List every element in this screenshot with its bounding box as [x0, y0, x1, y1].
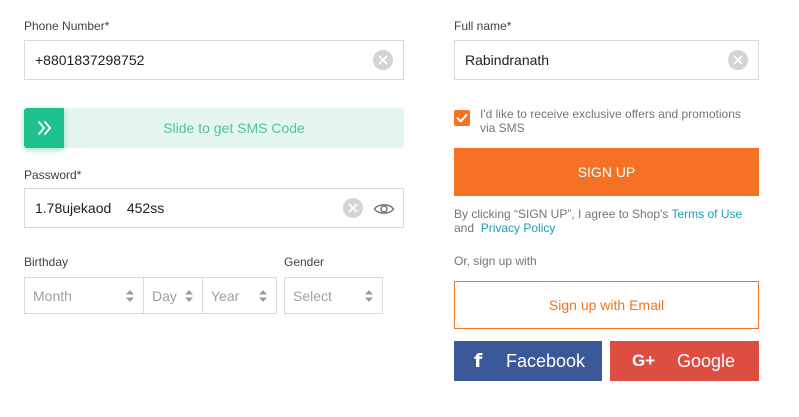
sms-code-slider[interactable]: Slide to get SMS Code [24, 108, 404, 148]
google-plus-icon: G+ [632, 351, 656, 370]
sign-up-label: SIGN UP [577, 164, 636, 180]
slider-label: Slide to get SMS Code [163, 120, 305, 136]
sort-arrows-icon [126, 289, 134, 302]
birthday-month-select[interactable]: Month [24, 277, 144, 314]
checkmark-icon [456, 113, 468, 123]
terms-prefix: By clicking “SIGN UP”, I agree to Shop's [454, 207, 669, 221]
sign-up-email-button[interactable]: Sign up with Email [454, 281, 759, 329]
gender-placeholder: Select [293, 287, 332, 304]
slider-handle[interactable] [24, 108, 64, 148]
or-sign-up-text: Or, sign up with [454, 254, 537, 268]
year-placeholder: Year [211, 287, 240, 304]
fullname-label: Full name* [454, 19, 512, 33]
month-placeholder: Month [33, 287, 72, 304]
terms-of-use-link[interactable]: Terms of Use [672, 207, 743, 221]
birthday-label: Birthday [24, 255, 69, 269]
gender-label: Gender [284, 255, 325, 269]
google-label: Google [677, 350, 736, 371]
phone-input[interactable]: +8801837298752 [24, 40, 404, 80]
sms-consent-checkbox[interactable] [454, 110, 470, 126]
google-button[interactable]: G+ Google [610, 341, 759, 381]
phone-value: +8801837298752 [35, 52, 145, 68]
fullname-input[interactable]: Rabindranath [454, 40, 759, 80]
gender-select[interactable]: Select [284, 277, 383, 314]
facebook-button[interactable]: f Facebook [454, 341, 602, 381]
terms-text: By clicking “SIGN UP”, I agree to Shop's… [454, 207, 742, 235]
password-input[interactable]: 1.78ujekaod 452ss [24, 188, 404, 228]
terms-and: and [454, 221, 475, 235]
password-label: Password* [24, 168, 82, 182]
sort-arrows-icon [185, 289, 193, 302]
facebook-icon: f [474, 350, 483, 372]
privacy-policy-link[interactable]: Privacy Policy [481, 221, 556, 235]
consent-line-1: I'd like to receive exclusive offers and… [480, 107, 741, 121]
sort-arrows-icon [259, 289, 267, 302]
password-value: 1.78ujekaod 452ss [35, 200, 165, 216]
day-placeholder: Day [152, 287, 177, 304]
eye-icon[interactable] [373, 200, 395, 218]
consent-line-2: via SMS [480, 121, 525, 135]
birthday-year-select[interactable]: Year [202, 277, 277, 314]
clear-icon[interactable] [343, 198, 363, 218]
double-chevron-right-icon [38, 121, 51, 135]
sort-arrows-icon [365, 289, 373, 302]
sms-consent-text: I'd like to receive exclusive offers and… [480, 107, 741, 135]
fullname-value: Rabindranath [465, 52, 550, 68]
birthday-day-select[interactable]: Day [143, 277, 203, 314]
sign-up-email-label: Sign up with Email [548, 297, 665, 313]
clear-icon[interactable] [373, 50, 393, 70]
clear-icon[interactable] [728, 50, 748, 70]
sign-up-button[interactable]: SIGN UP [454, 148, 759, 196]
facebook-label: Facebook [506, 350, 586, 371]
phone-label: Phone Number* [24, 19, 110, 33]
